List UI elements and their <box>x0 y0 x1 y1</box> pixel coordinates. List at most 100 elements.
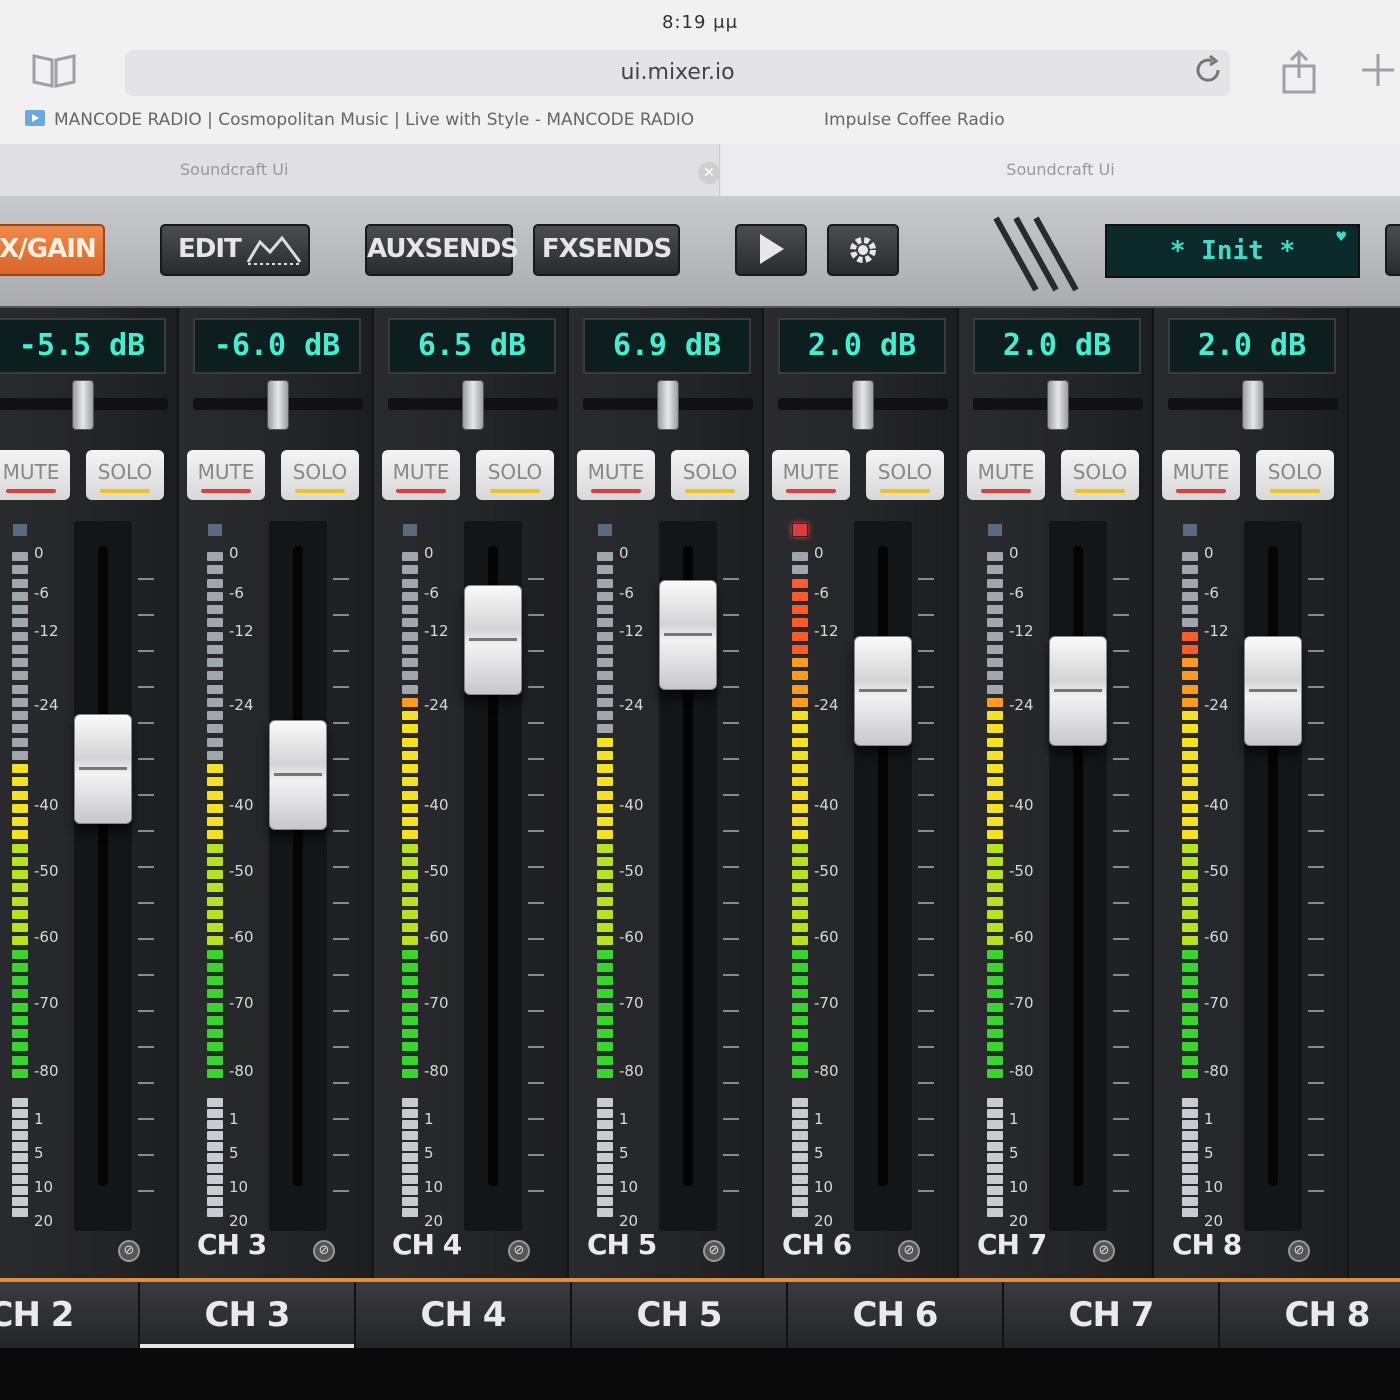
pan-knob[interactable] <box>267 380 289 430</box>
fader-tick <box>333 758 349 760</box>
settings-button[interactable] <box>827 224 899 276</box>
select-led[interactable] <box>12 523 28 537</box>
meter-segment <box>987 1131 1003 1140</box>
meter-segment <box>207 1109 223 1118</box>
link-icon[interactable]: ⊘ <box>313 1240 335 1262</box>
gain-display[interactable]: 6.5 dB <box>388 318 556 374</box>
bank-tab-ch-5[interactable]: CH 5 <box>572 1282 788 1348</box>
mute-button[interactable]: MUTE <box>0 450 70 500</box>
gain-display[interactable]: 2.0 dB <box>1168 318 1336 374</box>
meter-segment <box>402 1098 418 1107</box>
select-led[interactable] <box>597 523 613 537</box>
gain-display[interactable]: 2.0 dB <box>973 318 1141 374</box>
solo-button[interactable]: SOLO <box>476 450 554 500</box>
fader-handle[interactable] <box>74 714 132 824</box>
pan-knob[interactable] <box>1242 380 1264 430</box>
meter-scale-label: 0 <box>619 544 629 562</box>
meter-segment <box>1182 671 1198 681</box>
pan-knob[interactable] <box>852 380 874 430</box>
link-icon[interactable]: ⊘ <box>898 1240 920 1262</box>
url-field[interactable]: ui.mixer.io <box>125 50 1230 96</box>
close-icon[interactable]: ✕ <box>698 162 720 184</box>
meter-segment <box>402 631 418 641</box>
meter-segment <box>987 1055 1003 1065</box>
gain-display[interactable]: -5.5 dB <box>0 318 166 374</box>
tab-soundcraft-1[interactable]: Soundcraft Ui <box>0 144 720 196</box>
meter-segment <box>12 1164 28 1173</box>
mute-button[interactable]: MUTE <box>382 450 460 500</box>
fader-handle[interactable] <box>269 719 327 830</box>
meter-segment <box>207 790 223 800</box>
select-led[interactable] <box>402 523 418 537</box>
solo-button[interactable]: SOLO <box>866 450 944 500</box>
tab-soundcraft-2[interactable]: Soundcraft Ui <box>721 144 1400 196</box>
bookmark-impulse[interactable]: Impulse Coffee Radio <box>824 110 1005 130</box>
meter-segment <box>597 671 613 681</box>
edit-button[interactable]: EDIT <box>160 224 310 276</box>
meter-segment <box>1182 1153 1198 1162</box>
book-icon[interactable] <box>30 50 78 101</box>
mute-button[interactable]: MUTE <box>187 450 265 500</box>
plus-icon[interactable] <box>1360 50 1396 101</box>
meter-segment <box>12 1120 28 1129</box>
solo-button[interactable]: SOLO <box>671 450 749 500</box>
pan-knob[interactable] <box>1047 380 1069 430</box>
select-led[interactable] <box>792 523 808 537</box>
mix-gain-button[interactable]: X/GAIN <box>0 224 105 276</box>
bank-tab-ch-2[interactable]: CH 2 <box>0 1282 140 1348</box>
link-icon[interactable]: ⊘ <box>1093 1240 1115 1262</box>
reload-icon[interactable] <box>1192 54 1224 97</box>
gain-display[interactable]: 2.0 dB <box>778 318 946 374</box>
fader-handle[interactable] <box>464 585 522 696</box>
fader-handle[interactable] <box>659 579 717 690</box>
bank-tab-ch-6[interactable]: CH 6 <box>788 1282 1004 1348</box>
gain-display[interactable]: -6.0 dB <box>193 318 361 374</box>
meter-segment <box>987 1153 1003 1162</box>
mute-button[interactable]: MUTE <box>1162 450 1240 500</box>
bank-tab-ch-8[interactable]: CH 8 <box>1220 1282 1400 1348</box>
meter-segment <box>792 764 808 773</box>
meter-scale-label: 1 <box>619 1110 629 1128</box>
solo-button[interactable]: SOLO <box>86 450 164 500</box>
bank-tab-ch-4[interactable]: CH 4 <box>356 1282 572 1348</box>
channel-label: CH 3 <box>197 1228 267 1261</box>
bank-tab-ch-7[interactable]: CH 7 <box>1004 1282 1220 1348</box>
solo-button[interactable]: SOLO <box>281 450 359 500</box>
fader-tick <box>333 1190 349 1192</box>
mute-button[interactable]: MUTE <box>577 450 655 500</box>
bank-tab-ch-3[interactable]: CH 3 <box>140 1282 356 1348</box>
play-button[interactable] <box>735 224 807 276</box>
pan-knob[interactable] <box>657 380 679 430</box>
pan-knob[interactable] <box>72 380 94 430</box>
fader-handle[interactable] <box>1244 635 1302 746</box>
meter-segment <box>207 1142 223 1151</box>
select-led[interactable] <box>207 523 223 537</box>
meter-segment <box>207 1208 223 1217</box>
next-button[interactable] <box>1385 224 1400 276</box>
mute-button[interactable]: MUTE <box>772 450 850 500</box>
fader-tick <box>528 650 544 652</box>
fader-tick <box>723 1046 739 1048</box>
fader-handle[interactable] <box>854 635 912 746</box>
channel-strip: -6.0 dB MUTE SOLO 0 -6 -12 -24 -40 -50 -60 -70 -80 1… <box>179 308 374 1278</box>
fader-handle[interactable] <box>1049 635 1107 746</box>
solo-button[interactable]: SOLO <box>1256 450 1334 500</box>
solo-button[interactable]: SOLO <box>1061 450 1139 500</box>
link-icon[interactable]: ⊘ <box>508 1240 530 1262</box>
link-icon[interactable]: ⊘ <box>118 1240 140 1262</box>
select-led[interactable] <box>1182 523 1198 537</box>
link-icon[interactable]: ⊘ <box>703 1240 725 1262</box>
meter-segment <box>12 843 28 853</box>
pan-knob[interactable] <box>462 380 484 430</box>
preset-display[interactable]: * Init * ♥ <box>1105 224 1360 278</box>
meter-segment <box>987 1142 1003 1151</box>
select-led[interactable] <box>987 523 1003 537</box>
link-icon[interactable]: ⊘ <box>1288 1240 1310 1262</box>
mute-button[interactable]: MUTE <box>967 450 1045 500</box>
share-icon[interactable] <box>1280 49 1318 105</box>
gain-display[interactable]: 6.9 dB <box>583 318 751 374</box>
aux-sends-button[interactable]: AUXSENDS <box>365 224 519 276</box>
fx-sends-button[interactable]: FXSENDS <box>533 224 680 276</box>
bookmark-mancode[interactable]: MANCODE RADIO | Cosmopolitan Music | Liv… <box>54 110 694 130</box>
meter-segment <box>987 923 1003 932</box>
